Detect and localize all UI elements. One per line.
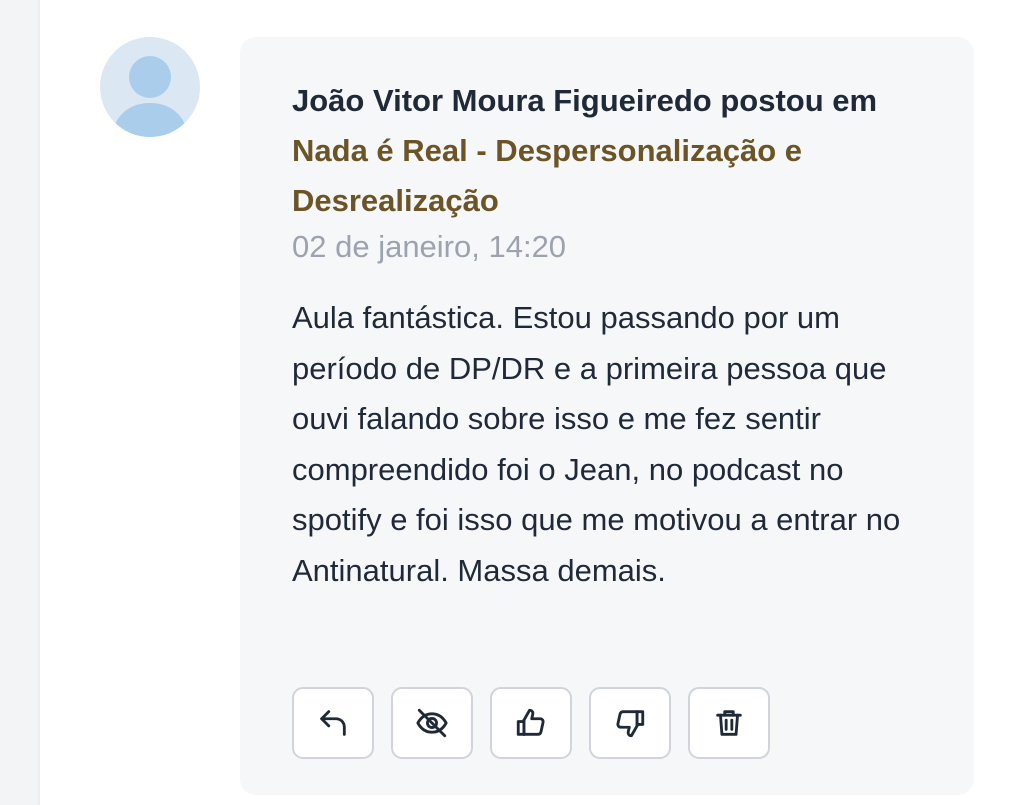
eye-off-icon xyxy=(416,708,448,738)
comment-page: João Vitor Moura Figueiredo postou em Na… xyxy=(0,0,1024,805)
avatar[interactable] xyxy=(100,37,200,137)
comment-card: João Vitor Moura Figueiredo postou em Na… xyxy=(240,37,974,795)
post-body: Aula fantástica. Estou passando por um p… xyxy=(292,300,901,588)
group-link[interactable]: Nada é Real - Despersonalização e Desrea… xyxy=(292,133,802,218)
thumbs-up-icon xyxy=(516,708,545,736)
action-text: postou em xyxy=(720,83,878,118)
user-placeholder-icon xyxy=(112,56,188,137)
trash-icon xyxy=(716,710,742,736)
reply-icon xyxy=(320,710,346,736)
reply-button[interactable] xyxy=(292,687,374,759)
timestamp: 02 de janeiro, 14:20 xyxy=(292,229,567,264)
left-rail xyxy=(0,0,40,805)
comment-header: João Vitor Moura Figueiredo postou em Na… xyxy=(292,76,932,226)
like-button[interactable] xyxy=(490,687,572,759)
action-bar xyxy=(292,687,770,759)
author-name[interactable]: João Vitor Moura Figueiredo xyxy=(292,83,712,118)
hide-button[interactable] xyxy=(391,687,473,759)
delete-button[interactable] xyxy=(688,687,770,759)
thumbs-down-icon xyxy=(616,710,645,738)
dislike-button[interactable] xyxy=(589,687,671,759)
